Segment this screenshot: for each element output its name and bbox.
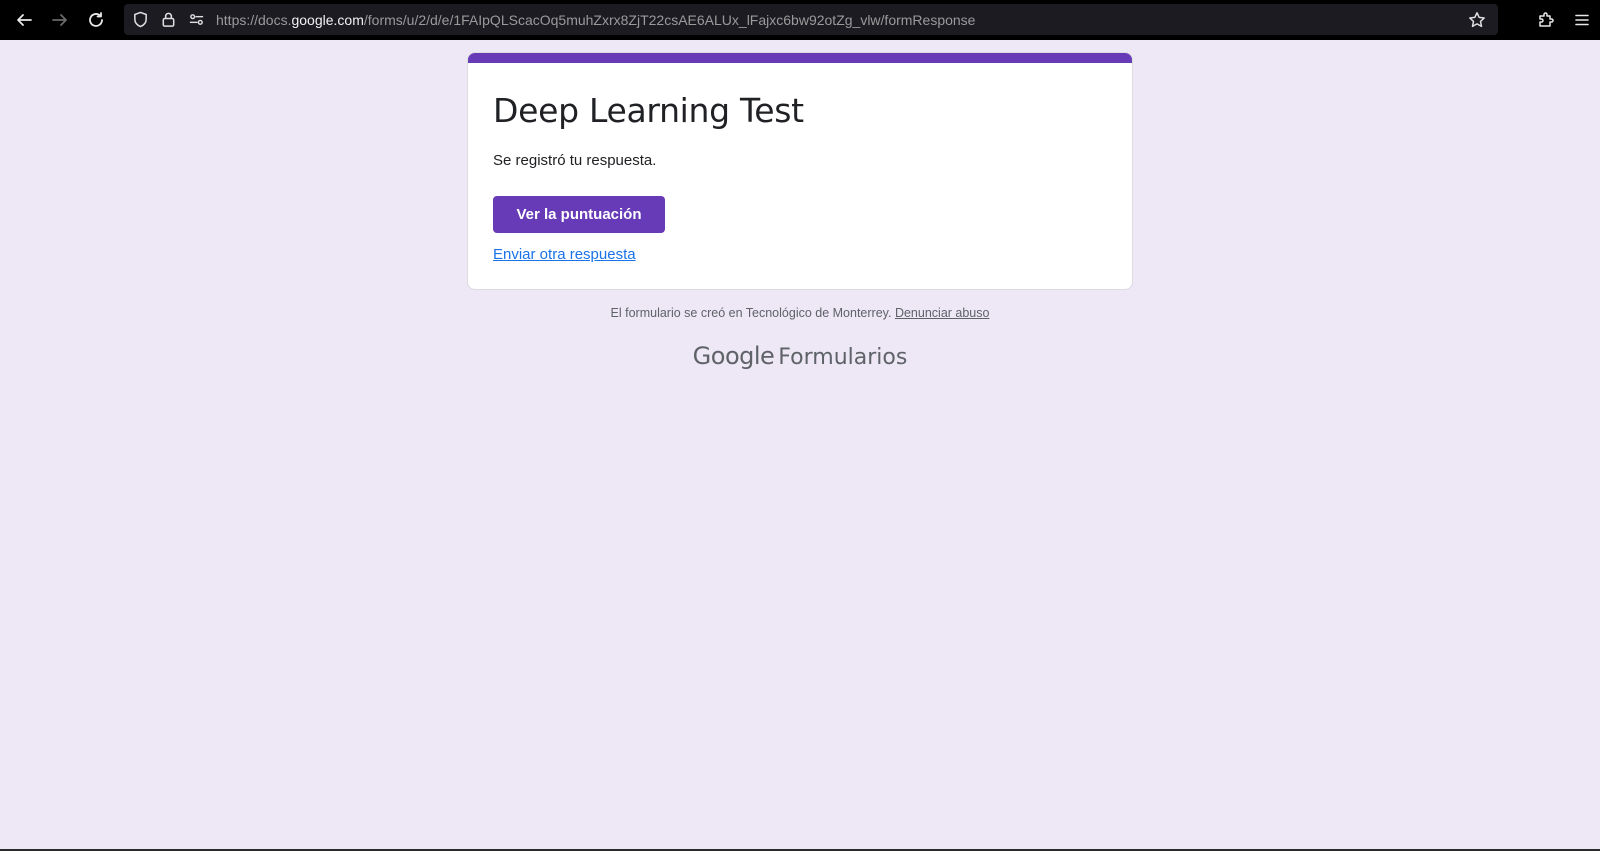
form-response-card: Deep Learning Test Se registró tu respue… (467, 52, 1133, 290)
tracking-protection-button[interactable] (126, 4, 154, 35)
app-menu-button[interactable] (1564, 0, 1600, 40)
url-host: google.com (291, 11, 364, 28)
url-prefix: https://docs. (216, 11, 292, 28)
reload-icon (89, 12, 103, 27)
forward-icon (52, 14, 67, 26)
submit-another-response-link[interactable]: Enviar otra respuesta (493, 246, 636, 263)
extensions-button[interactable] (1528, 0, 1564, 40)
shield-icon (133, 11, 147, 28)
bookmark-button[interactable] (1468, 4, 1486, 35)
address-bar[interactable]: https://docs.google.com/forms/u/2/d/e/1F… (124, 4, 1498, 35)
card-accent-bar (468, 53, 1132, 63)
brand-product: Formularios (778, 345, 908, 370)
permissions-button[interactable] (182, 4, 210, 35)
lock-icon (162, 12, 174, 27)
footer-note: El formulario se creó en Tecnológico de … (0, 306, 1600, 320)
star-icon (1469, 11, 1485, 27)
back-button[interactable] (6, 0, 42, 40)
url-path: /forms/u/2/d/e/1FAIpQLScacOq5muhZxrx8ZjT… (363, 11, 976, 28)
form-title: Deep Learning Test (493, 91, 804, 130)
brand-google: Google (692, 342, 775, 370)
menu-icon (1575, 14, 1589, 26)
reload-button[interactable] (78, 0, 114, 40)
confirmation-message: Se registró tu respuesta. (493, 152, 657, 169)
url-text[interactable]: https://docs.google.com/forms/u/2/d/e/1F… (216, 12, 975, 28)
forward-button[interactable] (42, 0, 78, 40)
browser-toolbar: https://docs.google.com/forms/u/2/d/e/1F… (0, 0, 1600, 40)
report-abuse-link[interactable]: Denunciar abuso (895, 306, 990, 320)
permissions-icon (189, 14, 203, 25)
google-forms-logo[interactable]: Google Formularios (0, 342, 1600, 370)
footer-note-text: El formulario se creó en Tecnológico de … (610, 306, 892, 320)
back-icon (17, 14, 32, 26)
view-score-button[interactable]: Ver la puntuación (493, 196, 665, 233)
extensions-icon (1539, 12, 1554, 27)
site-security-button[interactable] (154, 4, 182, 35)
